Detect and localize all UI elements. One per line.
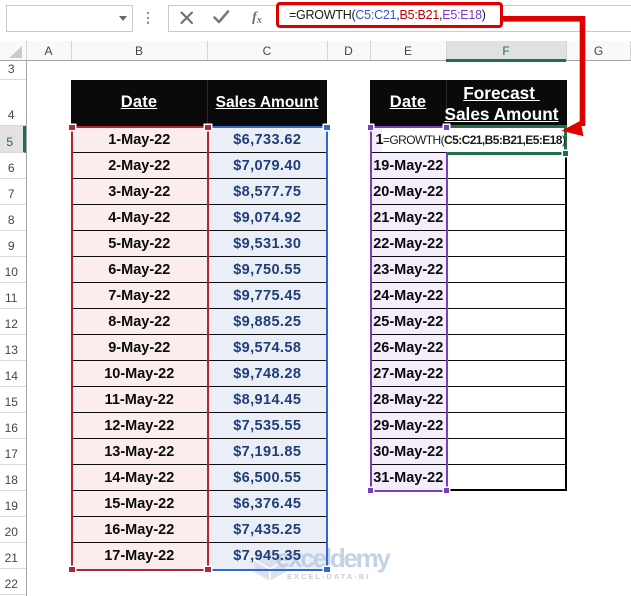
svg-text:EXCEL-DATA-BI: EXCEL-DATA-BI: [287, 572, 370, 581]
